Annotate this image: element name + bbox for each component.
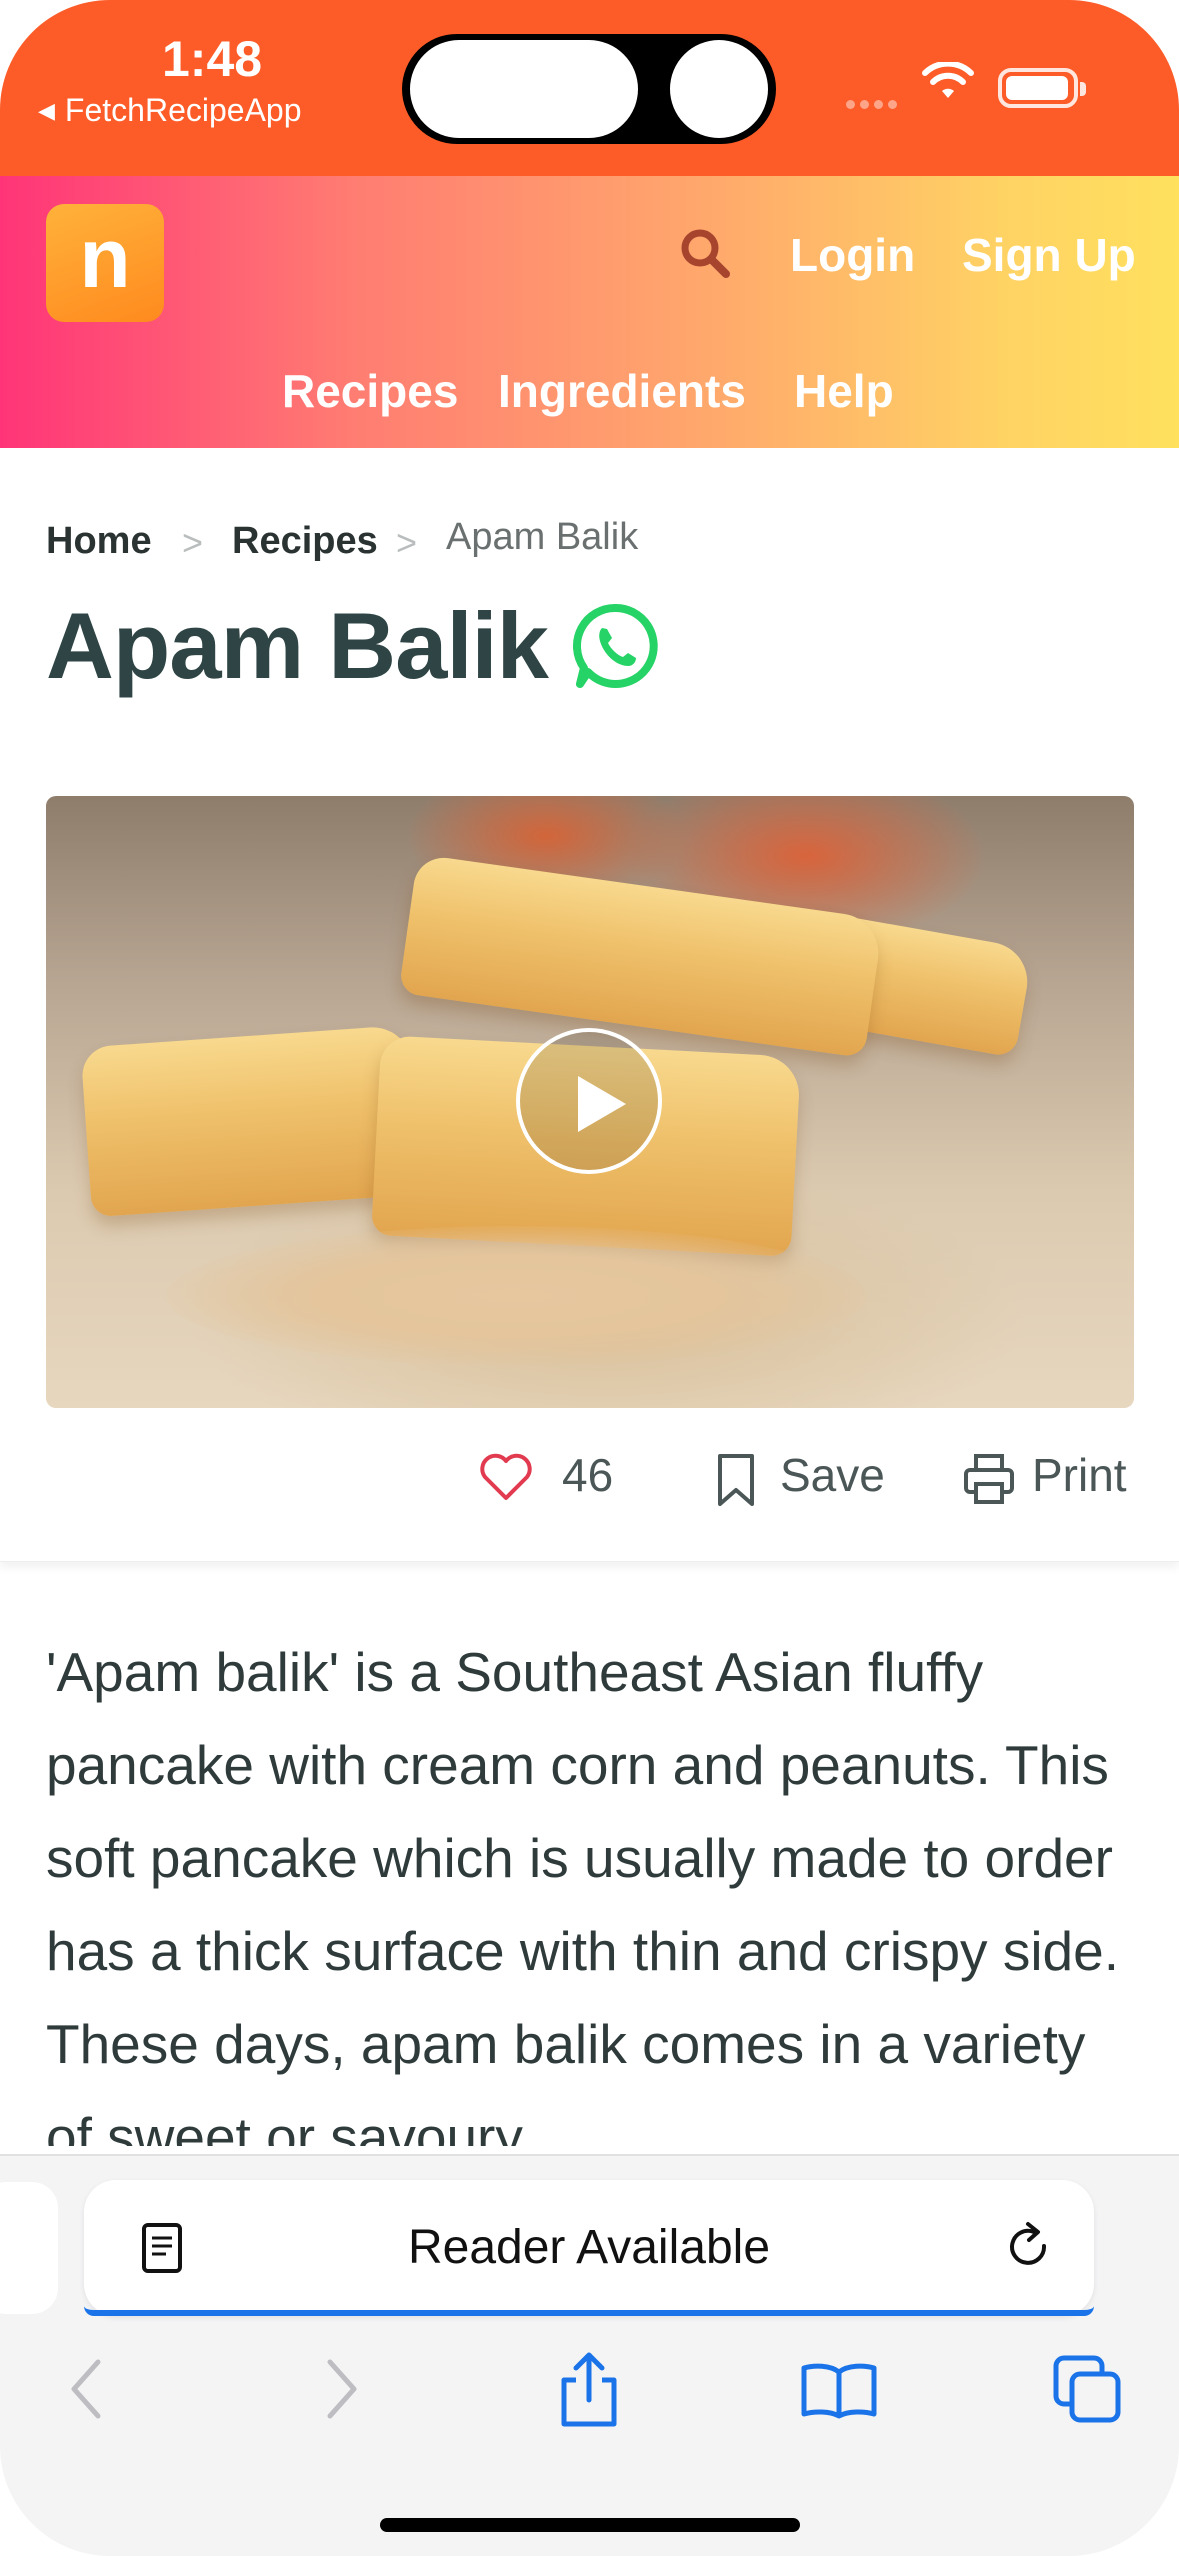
island-dot [670, 40, 768, 138]
browser-toolbar: Reader Available [0, 2154, 1179, 2556]
whatsapp-icon[interactable] [570, 600, 662, 692]
address-text: Reader Available [407, 2221, 771, 2274]
reload-icon[interactable] [1004, 2220, 1054, 2274]
save-label: Save [780, 1449, 885, 1501]
recipe-actions: 46 Save Print [0, 1408, 1179, 1562]
site-header: n Login Sign Up Recipes Ingredients Help [0, 176, 1179, 448]
page-title: Apam Balik [46, 593, 549, 698]
signup-link[interactable]: Sign Up [962, 228, 1136, 282]
signal-icon [846, 94, 902, 113]
status-time: 1:48 [162, 31, 263, 87]
previous-tab-preview[interactable] [0, 2182, 58, 2314]
chevron-left-icon[interactable] [66, 2356, 106, 2422]
breadcrumb-recipes[interactable]: Recipes [232, 520, 378, 563]
login-link[interactable]: Login [790, 228, 915, 282]
save-button[interactable]: Save [716, 1448, 885, 1506]
print-label: Print [1032, 1449, 1127, 1501]
pancake-image-piece [398, 853, 884, 1059]
print-button[interactable]: Print [962, 1448, 1127, 1504]
address-bar[interactable]: Reader Available [84, 2180, 1094, 2316]
home-indicator[interactable] [380, 2518, 800, 2532]
page-load-progress [84, 2306, 1094, 2316]
play-icon[interactable] [516, 1028, 662, 1174]
wifi-icon [922, 62, 974, 98]
back-arrow-icon: ◀ [38, 98, 55, 123]
back-app-label: FetchRecipeApp [64, 92, 302, 128]
printer-icon [964, 1454, 1014, 1504]
like-button[interactable]: 46 [478, 1448, 613, 1502]
heart-icon [480, 1453, 532, 1500]
breadcrumb-separator: > [396, 522, 418, 563]
status-bar: 1:48 ◀ FetchRecipeApp [0, 0, 1179, 176]
chevron-right-icon[interactable] [322, 2356, 362, 2422]
like-count: 46 [562, 1449, 614, 1501]
island-pill [410, 40, 638, 138]
recipe-description: 'Apam balik' is a Southeast Asian fluffy… [46, 1641, 1120, 2146]
search-icon[interactable] [676, 224, 736, 284]
tabs-icon[interactable] [1052, 2354, 1124, 2426]
share-icon[interactable] [556, 2350, 622, 2430]
breadcrumb-separator: > [182, 522, 204, 563]
battery-icon [998, 68, 1086, 108]
recipe-video-thumbnail[interactable] [46, 796, 1134, 1408]
site-logo[interactable]: n [46, 204, 164, 322]
dynamic-island [402, 34, 776, 144]
bookmark-icon [718, 1454, 754, 1506]
book-icon[interactable] [800, 2360, 878, 2420]
pancake-image-piece [80, 1024, 422, 1218]
peanut-crumbs-image [166, 1226, 866, 1366]
nav-ingredients[interactable]: Ingredients [498, 364, 746, 418]
nav-recipes[interactable]: Recipes [282, 364, 458, 418]
breadcrumb-current: Apam Balik [446, 516, 639, 558]
back-to-app-link[interactable]: ◀ FetchRecipeApp [38, 92, 302, 129]
nav-help[interactable]: Help [794, 364, 894, 418]
breadcrumb-home[interactable]: Home [46, 520, 152, 563]
